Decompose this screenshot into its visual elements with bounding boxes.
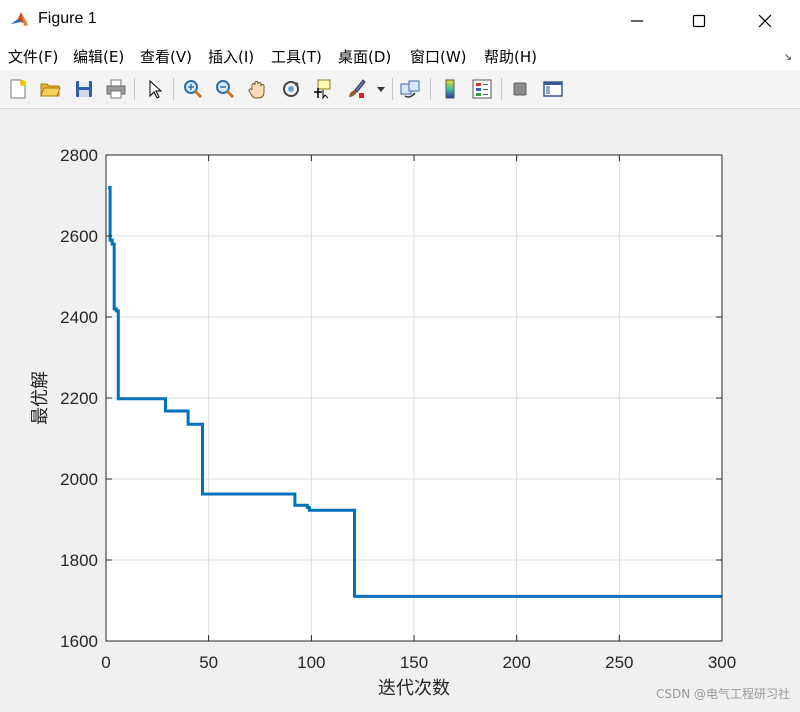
menu-view[interactable]: 查看(V) xyxy=(140,46,192,67)
link-plot-icon[interactable] xyxy=(397,76,423,102)
x-tick-label: 200 xyxy=(502,653,530,672)
new-figure-icon[interactable] xyxy=(5,76,31,102)
x-tick-label: 50 xyxy=(199,653,218,672)
toolbar-separator xyxy=(430,78,431,100)
y-tick-label: 2000 xyxy=(60,470,98,489)
x-tick-label: 250 xyxy=(605,653,633,672)
window-title: Figure 1 xyxy=(38,10,97,27)
rotate-3d-icon[interactable] xyxy=(278,76,304,102)
open-file-icon[interactable] xyxy=(37,76,63,102)
y-tick-label: 2400 xyxy=(60,308,98,327)
menu-tools[interactable]: 工具(T) xyxy=(271,46,322,67)
toolbar xyxy=(0,70,800,109)
toolbar-separator xyxy=(173,78,174,100)
pan-hand-icon[interactable] xyxy=(245,76,271,102)
y-tick-label: 2800 xyxy=(60,146,98,165)
menu-window[interactable]: 窗口(W) xyxy=(410,46,467,67)
zoom-in-icon[interactable] xyxy=(180,76,206,102)
y-axis-label: 最优解 xyxy=(30,371,51,425)
matlab-icon xyxy=(10,10,30,30)
y-tick-label: 1600 xyxy=(60,632,98,651)
x-tick-label: 100 xyxy=(297,653,325,672)
dock-arrow-icon[interactable]: ↘ xyxy=(784,52,792,63)
x-tick-label: 150 xyxy=(400,653,428,672)
menu-insert[interactable]: 插入(I) xyxy=(208,46,254,67)
toolbar-separator xyxy=(392,78,393,100)
show-plot-tools-icon[interactable] xyxy=(540,76,566,102)
close-icon xyxy=(758,14,772,28)
x-axis-label: 迭代次数 xyxy=(378,678,450,699)
colorbar-icon[interactable] xyxy=(437,76,463,102)
y-tick-label: 2600 xyxy=(60,227,98,246)
y-tick-label: 1800 xyxy=(60,551,98,570)
toolbar-separator xyxy=(134,78,135,100)
x-tick-label: 0 xyxy=(101,653,110,672)
save-icon[interactable] xyxy=(71,76,97,102)
menu-help[interactable]: 帮助(H) xyxy=(484,46,537,67)
y-tick-label: 2200 xyxy=(60,389,98,408)
menu-edit[interactable]: 编辑(E) xyxy=(73,46,124,67)
menu-file[interactable]: 文件(F) xyxy=(8,46,58,67)
minimize-icon xyxy=(631,20,643,22)
line-chart[interactable]: 0 50 100 150 200 250 300 1600 1800 2000 2200 2400 2… xyxy=(0,109,800,708)
hide-plot-tools-icon[interactable] xyxy=(507,76,533,102)
close-button[interactable] xyxy=(742,0,788,42)
print-icon[interactable] xyxy=(103,76,129,102)
x-tick-label: 300 xyxy=(708,653,736,672)
title-bar: Figure 1 xyxy=(0,0,800,42)
legend-icon[interactable] xyxy=(469,76,495,102)
figure-canvas: 0 50 100 150 200 250 300 1600 1800 2000 2200 2400 2… xyxy=(0,109,800,708)
menu-desktop[interactable]: 桌面(D) xyxy=(338,46,391,67)
menu-bar: 文件(F) 编辑(E) 查看(V) 插入(I) 工具(T) 桌面(D) 窗口(W… xyxy=(0,42,800,70)
brush-icon[interactable] xyxy=(343,76,369,102)
minimize-button[interactable] xyxy=(614,0,660,42)
data-cursor-icon[interactable] xyxy=(310,76,336,102)
zoom-out-icon[interactable] xyxy=(212,76,238,102)
maximize-icon xyxy=(692,14,706,28)
maximize-button[interactable] xyxy=(676,0,722,42)
watermark: CSDN @电气工程研习社 xyxy=(655,687,790,701)
toolbar-separator xyxy=(501,78,502,100)
pointer-icon[interactable] xyxy=(142,76,168,102)
brush-dropdown-icon[interactable] xyxy=(374,76,388,102)
